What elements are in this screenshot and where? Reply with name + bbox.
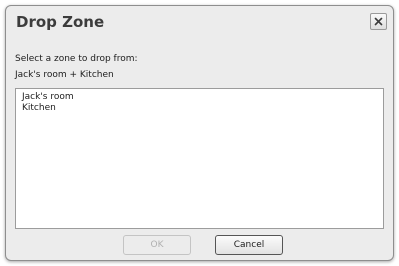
cancel-button[interactable]: Cancel bbox=[215, 235, 283, 255]
close-button[interactable] bbox=[370, 13, 387, 30]
prompt-label: Select a zone to drop from: bbox=[15, 54, 138, 64]
zone-list[interactable]: Jack's room Kitchen bbox=[15, 88, 384, 229]
title-bar: Drop Zone bbox=[6, 6, 393, 40]
zone-list-item[interactable]: Kitchen bbox=[22, 103, 377, 114]
close-icon bbox=[374, 17, 383, 26]
drop-zone-dialog: Drop Zone Select a zone to drop from: Ja… bbox=[5, 5, 394, 261]
current-selection-label: Jack's room + Kitchen bbox=[15, 70, 114, 80]
dialog-title: Drop Zone bbox=[16, 13, 105, 31]
button-row: OK Cancel bbox=[6, 235, 393, 255]
zone-list-item[interactable]: Jack's room bbox=[22, 92, 377, 103]
ok-button[interactable]: OK bbox=[123, 235, 191, 255]
